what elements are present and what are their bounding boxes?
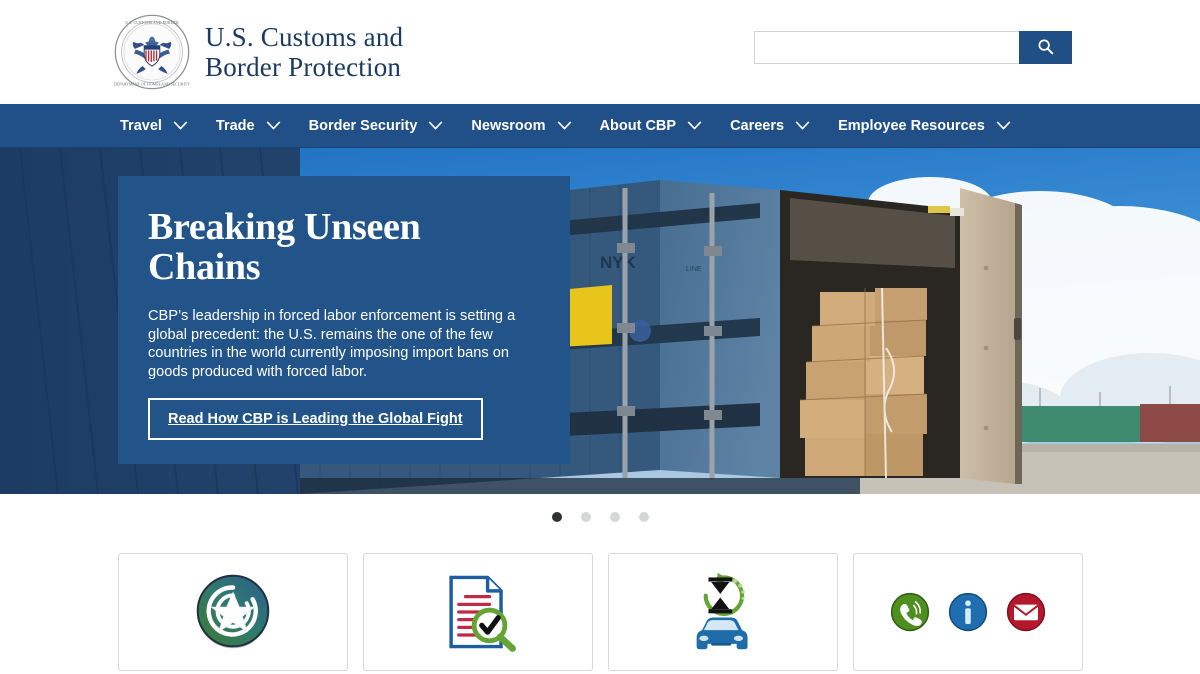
- carousel-dot-2[interactable]: [580, 512, 591, 522]
- hero-cta-link[interactable]: Read How CBP is Leading the Global Fight: [148, 398, 483, 440]
- hero-title: Breaking Unseen Chains: [148, 206, 421, 288]
- nav-item-employee-resources[interactable]: Employee Resources: [838, 118, 1011, 134]
- nav-item-trade[interactable]: Trade: [216, 118, 281, 134]
- chevron-down-icon: [557, 121, 572, 130]
- hero-carousel: NYK LINE CAUTION HIGH TRAILER: [0, 148, 1200, 494]
- trusted-traveler-card[interactable]: [118, 553, 348, 671]
- hero-description: CBP’s leadership in forced labor enforce…: [148, 307, 516, 381]
- chevron-down-icon: [428, 121, 443, 130]
- forms-card[interactable]: [363, 553, 593, 671]
- quick-links-cards: [0, 553, 1200, 671]
- nav-label: Careers: [730, 117, 785, 134]
- nav-item-about-cbp[interactable]: About CBP: [600, 118, 703, 134]
- border-wait-times-card[interactable]: [608, 553, 838, 671]
- nav-label: Travel: [120, 117, 162, 134]
- chevron-down-icon: [173, 121, 188, 130]
- info-icon: [948, 592, 988, 632]
- chevron-down-icon: [996, 121, 1011, 130]
- carousel-dot-4[interactable]: [638, 512, 649, 522]
- nav-label: Newsroom: [471, 117, 546, 134]
- star-shield-badge-icon: [184, 563, 282, 661]
- phone-icon: [890, 592, 930, 632]
- chevron-down-icon: [266, 121, 281, 130]
- svg-text:NYK: NYK: [600, 253, 637, 272]
- cbp-seal-icon: U.S. CUSTOMS AND BORDER DEPARTMENT OF HO…: [113, 13, 191, 91]
- carousel-dots: [0, 503, 1200, 531]
- svg-text:U.S. CUSTOMS AND BORDER: U.S. CUSTOMS AND BORDER: [125, 20, 179, 25]
- contact-us-card[interactable]: [853, 553, 1083, 671]
- nav-item-careers[interactable]: Careers: [730, 118, 810, 134]
- site-search: [754, 31, 1072, 64]
- contact-phone-info-mail-icon: [887, 589, 1049, 635]
- svg-text:DEPARTMENT OF HOMELAND SECURIT: DEPARTMENT OF HOMELAND SECURITY: [114, 82, 190, 87]
- nav-label: Employee Resources: [838, 117, 985, 134]
- search-icon: [1037, 38, 1054, 58]
- nav-label: About CBP: [599, 117, 677, 134]
- main-navigation: Travel Trade Border Security Newsroom Ab…: [0, 104, 1200, 148]
- document-magnifier-check-icon: [430, 564, 526, 660]
- brand-title: U.S. Customs and Border Protection: [205, 21, 404, 82]
- search-input[interactable]: [754, 31, 1019, 64]
- mail-icon: [1006, 592, 1046, 632]
- hourglass-car-wait-times-icon: [673, 562, 773, 662]
- nav-item-newsroom[interactable]: Newsroom: [471, 118, 571, 134]
- search-button[interactable]: [1019, 31, 1072, 64]
- hero-text-panel: Breaking Unseen Chains CBP’s leadership …: [118, 176, 570, 464]
- brand-logo[interactable]: U.S. CUSTOMS AND BORDER DEPARTMENT OF HO…: [113, 13, 403, 91]
- site-header: U.S. CUSTOMS AND BORDER DEPARTMENT OF HO…: [0, 0, 1200, 104]
- carousel-dot-3[interactable]: [609, 512, 620, 522]
- nav-item-travel[interactable]: Travel: [120, 118, 188, 134]
- nav-label: Border Security: [308, 117, 418, 134]
- svg-text:LINE: LINE: [686, 266, 702, 273]
- nav-label: Trade: [215, 117, 255, 134]
- chevron-down-icon: [687, 121, 702, 130]
- nav-item-border-security[interactable]: Border Security: [309, 118, 444, 134]
- chevron-down-icon: [795, 121, 810, 130]
- carousel-dot-1[interactable]: [551, 512, 562, 522]
